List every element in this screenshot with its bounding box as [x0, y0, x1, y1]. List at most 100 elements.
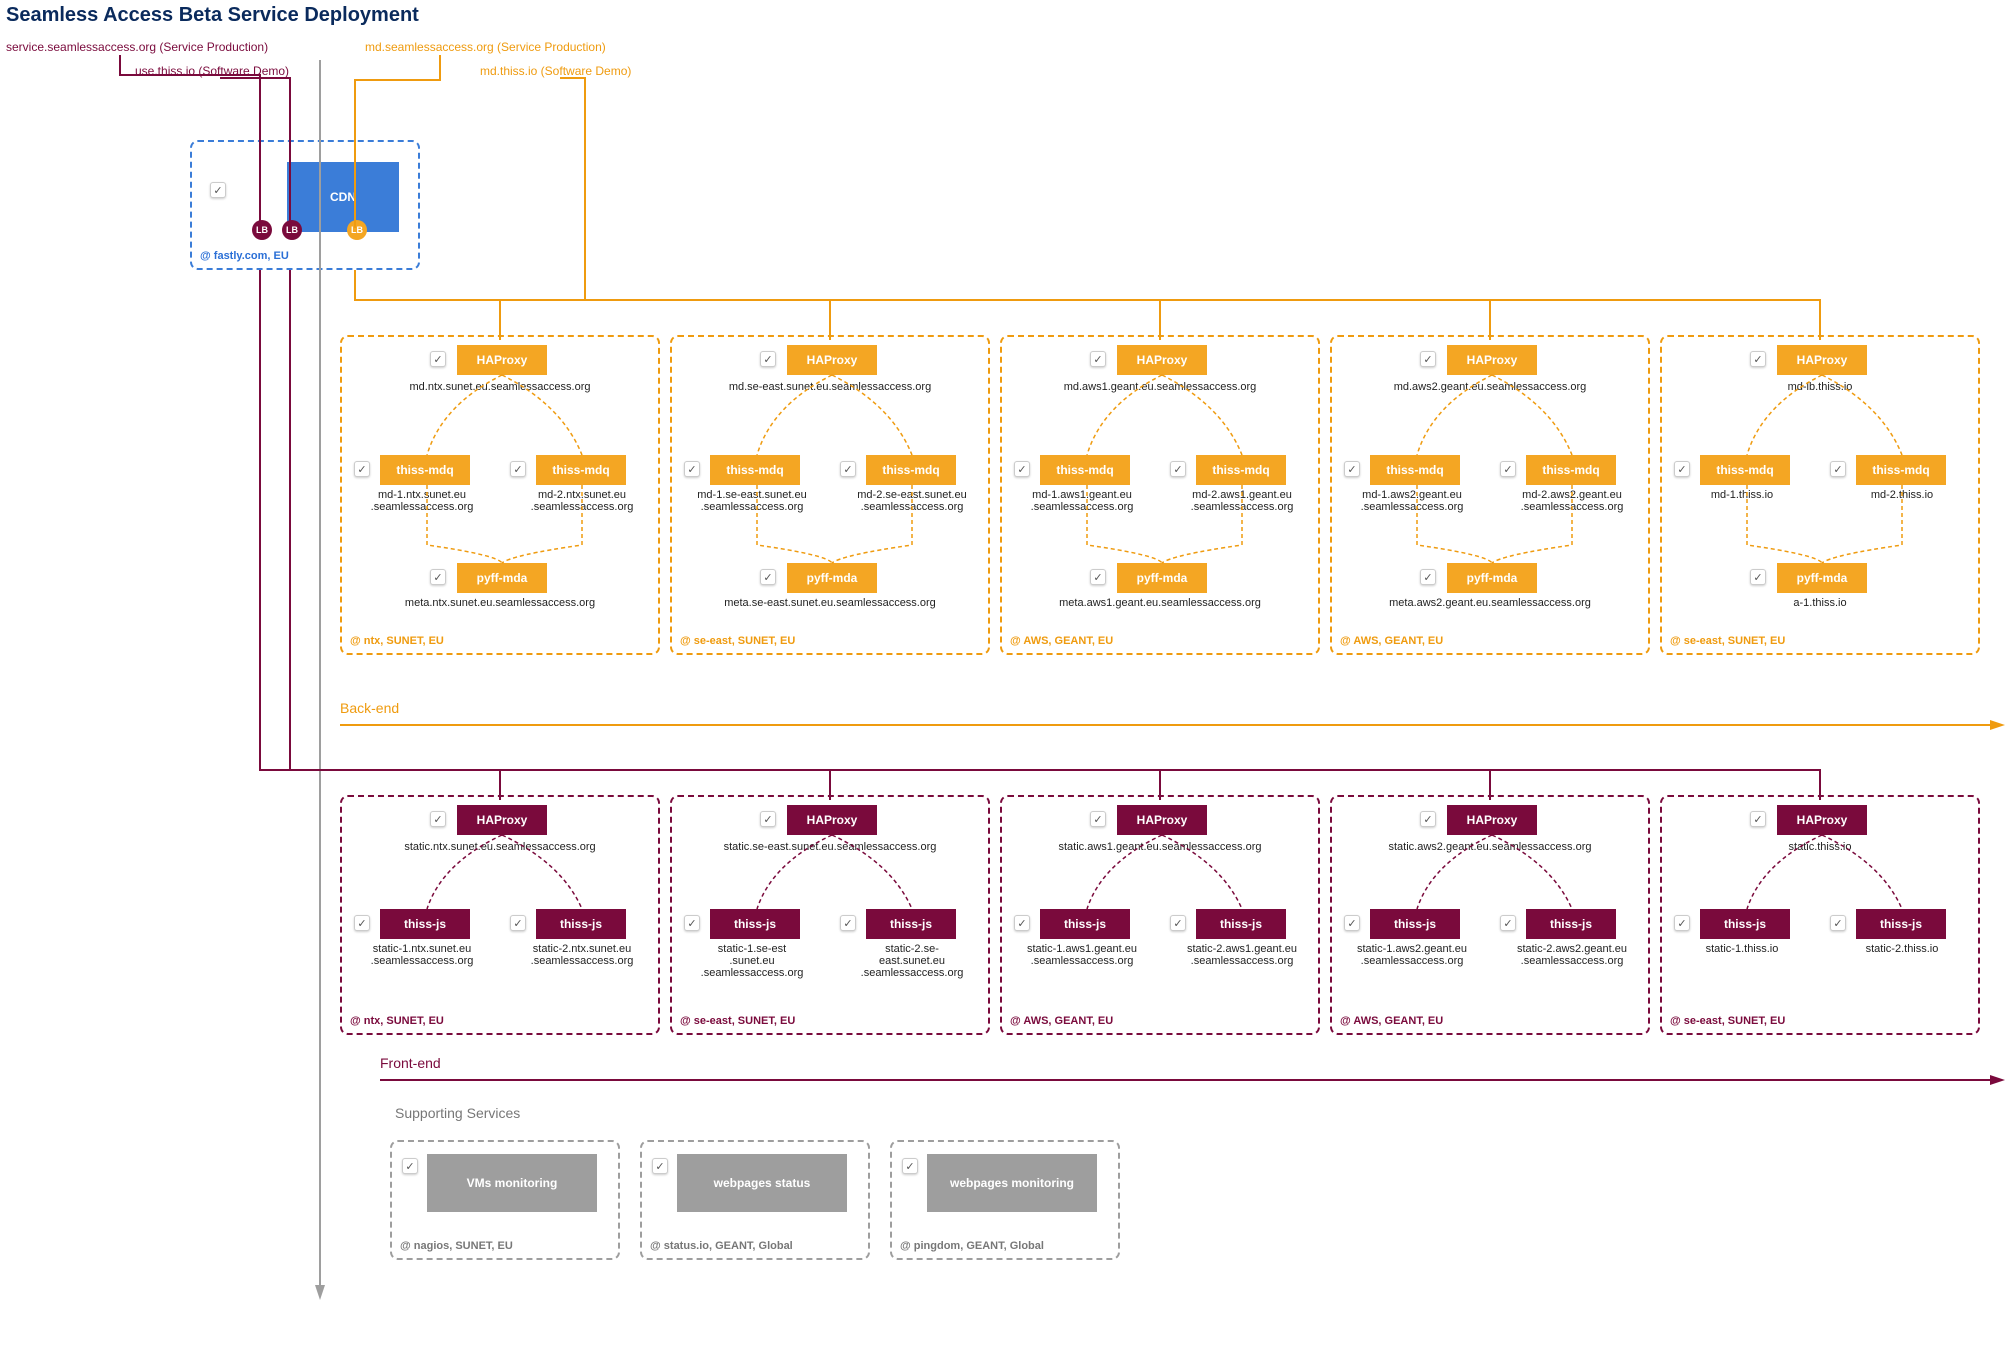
thiss-js-box: thiss-js [1370, 909, 1460, 939]
thiss-mdq-box: thiss-mdq [1040, 455, 1130, 485]
thiss-js-box: thiss-js [1700, 909, 1790, 939]
thiss-mdq-box: thiss-mdq [1856, 455, 1946, 485]
location-label: @ ntx, SUNET, EU [350, 635, 444, 647]
check-icon [1750, 351, 1766, 367]
js2-fqdn: static-2.se- east.sunet.eu .seamlessacce… [842, 943, 982, 979]
frontend-cluster: HAProxy static.ntx.sunet.eu.seamlessacce… [340, 795, 660, 1035]
haproxy-fqdn: static.thiss.io [1662, 841, 1978, 853]
check-icon [1830, 915, 1846, 931]
check-icon [1674, 915, 1690, 931]
webpages-monitoring-box: webpages monitoring [927, 1154, 1097, 1212]
haproxy-box: HAProxy [1777, 345, 1867, 375]
check-icon [1014, 461, 1030, 477]
entry-service-prod-md: md.seamlessaccess.org (Service Productio… [365, 40, 606, 54]
location-label: @ AWS, GEANT, EU [1010, 1015, 1113, 1027]
thiss-mdq-box: thiss-mdq [710, 455, 800, 485]
mdq2-fqdn: md-2.aws1.geant.eu .seamlessaccess.org [1172, 489, 1312, 513]
pyff-fqdn: meta.aws1.geant.eu.seamlessaccess.org [1002, 597, 1318, 609]
thiss-js-box: thiss-js [866, 909, 956, 939]
haproxy-box: HAProxy [1117, 345, 1207, 375]
frontend-cluster: HAProxy static.aws2.geant.eu.seamlessacc… [1330, 795, 1650, 1035]
thiss-js-box: thiss-js [1196, 909, 1286, 939]
haproxy-fqdn: static.aws1.geant.eu.seamlessaccess.org [1002, 841, 1318, 853]
cdn-group: CDN LB LB LB @ fastly.com, EU [190, 140, 420, 270]
location-label: @ ntx, SUNET, EU [350, 1015, 444, 1027]
location-label: @ se-east, SUNET, EU [680, 1015, 795, 1027]
pyff-mda-box: pyff-mda [1447, 563, 1537, 593]
pyff-fqdn: meta.ntx.sunet.eu.seamlessaccess.org [342, 597, 658, 609]
check-icon [1500, 915, 1516, 931]
entry-software-demo-fe: use.thiss.io (Software Demo) [135, 64, 289, 78]
haproxy-fqdn: md.aws2.geant.eu.seamlessaccess.org [1332, 381, 1648, 393]
haproxy-fqdn: static.ntx.sunet.eu.seamlessaccess.org [342, 841, 658, 853]
js1-fqdn: static-1.aws2.geant.eu .seamlessaccess.o… [1342, 943, 1482, 967]
thiss-js-box: thiss-js [536, 909, 626, 939]
pyff-fqdn: a-1.thiss.io [1662, 597, 1978, 609]
check-icon [430, 569, 446, 585]
check-icon [840, 915, 856, 931]
thiss-mdq-box: thiss-mdq [1700, 455, 1790, 485]
js1-fqdn: static-1.aws1.geant.eu .seamlessaccess.o… [1012, 943, 1152, 967]
haproxy-fqdn: md.aws1.geant.eu.seamlessaccess.org [1002, 381, 1318, 393]
haproxy-fqdn: md-lb.thiss.io [1662, 381, 1978, 393]
backend-cluster: HAProxy md.ntx.sunet.eu.seamlessaccess.o… [340, 335, 660, 655]
check-icon [902, 1158, 918, 1174]
mdq2-fqdn: md-2.aws2.geant.eu .seamlessaccess.org [1502, 489, 1642, 513]
js1-fqdn: static-1.se-est .sunet.eu .seamlessacces… [682, 943, 822, 979]
haproxy-box: HAProxy [787, 345, 877, 375]
thiss-mdq-box: thiss-mdq [1196, 455, 1286, 485]
thiss-js-box: thiss-js [1856, 909, 1946, 939]
check-icon [1090, 569, 1106, 585]
haproxy-box: HAProxy [1117, 805, 1207, 835]
thiss-mdq-box: thiss-mdq [866, 455, 956, 485]
frontend-cluster: HAProxy static.se-east.sunet.eu.seamless… [670, 795, 990, 1035]
location-label: @ pingdom, GEANT, Global [900, 1240, 1044, 1252]
webpages-status-box: webpages status [677, 1154, 847, 1212]
entry-software-demo-md: md.thiss.io (Software Demo) [480, 64, 631, 78]
check-icon [1750, 811, 1766, 827]
haproxy-fqdn: static.se-east.sunet.eu.seamlessaccess.o… [672, 841, 988, 853]
check-icon [840, 461, 856, 477]
js2-fqdn: static-2.thiss.io [1832, 943, 1972, 955]
js2-fqdn: static-2.aws1.geant.eu .seamlessaccess.o… [1172, 943, 1312, 967]
location-label: @ se-east, SUNET, EU [1670, 1015, 1785, 1027]
check-icon [510, 915, 526, 931]
location-label: @ AWS, GEANT, EU [1010, 635, 1113, 647]
check-icon [684, 461, 700, 477]
mdq1-fqdn: md-1.ntx.sunet.eu .seamlessaccess.org [352, 489, 492, 513]
location-label: @ AWS, GEANT, EU [1340, 635, 1443, 647]
cdn-location: @ fastly.com, EU [200, 250, 289, 262]
check-icon [1674, 461, 1690, 477]
check-icon [402, 1158, 418, 1174]
frontend-cluster: HAProxy static.thiss.io thiss-js static-… [1660, 795, 1980, 1035]
check-icon [1830, 461, 1846, 477]
check-icon [1344, 461, 1360, 477]
pyff-mda-box: pyff-mda [787, 563, 877, 593]
check-icon [1500, 461, 1516, 477]
thiss-mdq-box: thiss-mdq [536, 455, 626, 485]
check-icon [1014, 915, 1030, 931]
location-label: @ status.io, GEANT, Global [650, 1240, 793, 1252]
pyff-fqdn: meta.aws2.geant.eu.seamlessaccess.org [1332, 597, 1648, 609]
lb-dot-maroon-1: LB [252, 220, 272, 240]
js2-fqdn: static-2.aws2.geant.eu .seamlessaccess.o… [1502, 943, 1642, 967]
backend-cluster: HAProxy md.aws1.geant.eu.seamlessaccess.… [1000, 335, 1320, 655]
haproxy-fqdn: static.aws2.geant.eu.seamlessaccess.org [1332, 841, 1648, 853]
pyff-mda-box: pyff-mda [457, 563, 547, 593]
check-icon [1170, 461, 1186, 477]
mdq1-fqdn: md-1.aws2.geant.eu .seamlessaccess.org [1342, 489, 1482, 513]
haproxy-fqdn: md.se-east.sunet.eu.seamlessaccess.org [672, 381, 988, 393]
haproxy-box: HAProxy [1447, 345, 1537, 375]
check-icon [1420, 811, 1436, 827]
check-icon [1170, 915, 1186, 931]
lb-dot-maroon-2: LB [282, 220, 302, 240]
thiss-js-box: thiss-js [380, 909, 470, 939]
check-icon [430, 351, 446, 367]
backend-cluster: HAProxy md.se-east.sunet.eu.seamlessacce… [670, 335, 990, 655]
check-icon [1090, 811, 1106, 827]
check-icon [1420, 569, 1436, 585]
backend-cluster: HAProxy md.aws2.geant.eu.seamlessaccess.… [1330, 335, 1650, 655]
thiss-mdq-box: thiss-mdq [380, 455, 470, 485]
frontend-cluster: HAProxy static.aws1.geant.eu.seamlessacc… [1000, 795, 1320, 1035]
check-icon [760, 811, 776, 827]
